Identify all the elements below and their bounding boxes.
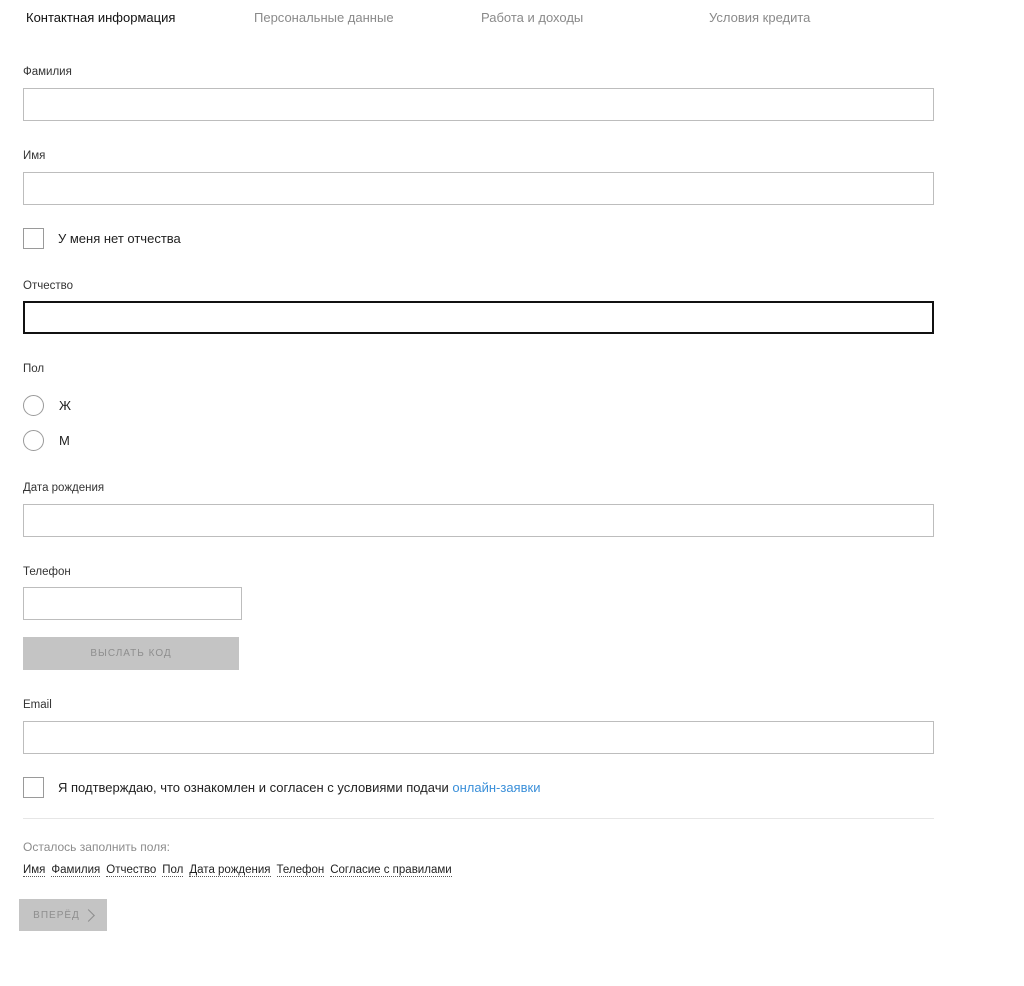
remaining-field-phone[interactable]: Телефон <box>276 864 325 877</box>
gender-label: Пол <box>23 363 45 375</box>
phone-input[interactable] <box>23 587 242 620</box>
birth-date-input[interactable] <box>23 504 934 537</box>
remaining-fields-title: Осталось заполнить поля: <box>23 840 171 854</box>
last-name-label: Фамилия <box>23 66 72 78</box>
email-label: Email <box>23 699 52 711</box>
agreement-checkbox[interactable] <box>23 777 44 798</box>
last-name-input[interactable] <box>23 88 934 121</box>
remaining-field-first-name[interactable]: Имя <box>23 864 46 877</box>
step-tabs: Контактная информация Персональные данны… <box>0 0 1024 36</box>
tab-personal-data[interactable]: Персональные данные <box>254 10 394 26</box>
patronymic-label: Отчество <box>23 280 73 292</box>
first-name-label: Имя <box>23 150 46 162</box>
chevron-right-icon <box>81 908 95 922</box>
first-name-input[interactable] <box>23 172 934 205</box>
online-application-link[interactable]: онлайн-заявки <box>452 780 540 795</box>
remaining-field-agreement[interactable]: Согласие с правилами <box>330 864 452 877</box>
send-code-button[interactable]: ВЫСЛАТЬ КОД <box>23 637 239 670</box>
gender-option-male-label: М <box>59 433 70 448</box>
next-button-label: ВПЕРЁД <box>33 909 80 921</box>
agreement-text: Я подтверждаю, что ознакомлен и согласен… <box>58 780 449 795</box>
no-patronymic-checkbox[interactable] <box>23 228 44 249</box>
remaining-field-patronymic[interactable]: Отчество <box>106 864 157 877</box>
remaining-field-birth-date[interactable]: Дата рождения <box>189 864 271 877</box>
tab-contact-info[interactable]: Контактная информация <box>26 10 175 26</box>
gender-radio-male[interactable] <box>23 430 44 451</box>
remaining-fields-list: Имя Фамилия Отчество Пол Дата рождения Телефо… <box>23 863 458 877</box>
tab-credit-terms[interactable]: Условия кредита <box>709 10 810 26</box>
patronymic-input[interactable] <box>23 301 934 334</box>
gender-radio-female[interactable] <box>23 395 44 416</box>
agreement-label: Я подтверждаю, что ознакомлен и согласен… <box>58 780 540 796</box>
remaining-field-gender[interactable]: Пол <box>162 864 184 877</box>
next-button[interactable]: ВПЕРЁД <box>19 899 107 931</box>
divider <box>23 818 934 819</box>
no-patronymic-label: У меня нет отчества <box>58 231 181 246</box>
remaining-field-last-name[interactable]: Фамилия <box>51 864 101 877</box>
gender-option-female-label: Ж <box>59 398 72 413</box>
tab-work-income[interactable]: Работа и доходы <box>481 10 583 26</box>
email-input[interactable] <box>23 721 934 754</box>
birth-date-label: Дата рождения <box>23 482 105 494</box>
phone-label: Телефон <box>23 566 71 578</box>
